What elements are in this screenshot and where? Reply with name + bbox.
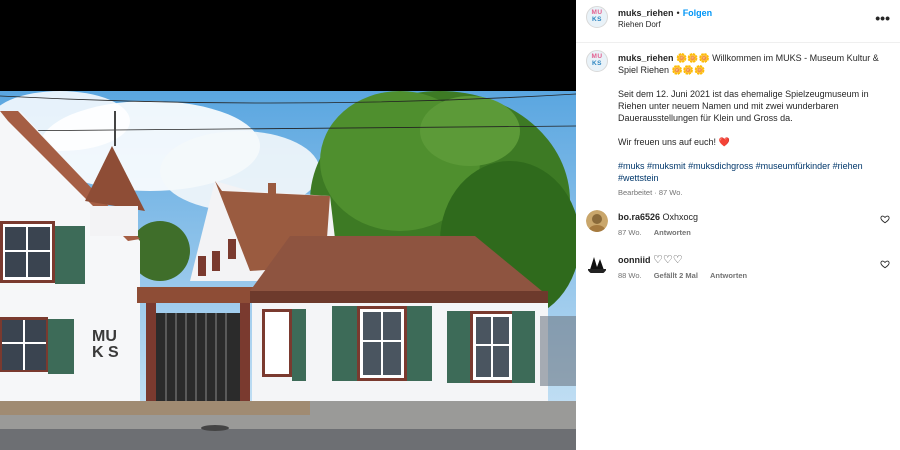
hashtag-link[interactable]: #museumfürkinder [756,161,831,171]
like-heart-icon[interactable] [880,259,890,269]
caption-avatar-logo: MU KS [591,53,603,67]
post-header: MU KS muks_riehen • Folgen Riehen Dorf ••• [576,0,900,43]
hashtag-link[interactable]: #muksmit [647,161,686,171]
caption-title-line: muks_riehen 🌼🌼🌼 Willkommen im MUKS - Mus… [618,52,886,76]
comment-meta: 87 Wo. Antworten [618,227,868,239]
location-link[interactable]: Riehen Dorf [618,20,661,29]
caption: muks_riehen 🌼🌼🌼 Willkommen im MUKS - Mus… [618,52,886,199]
red-heart-emoji: ❤️ [718,137,730,147]
account-avatar[interactable]: MU KS [586,6,608,28]
caption-closing-line: Wir freuen uns auf euch! ❤️ [618,136,886,148]
caption-avatar[interactable]: MU KS [586,50,608,72]
post-photo[interactable]: MU K S [0,91,576,450]
caption-username[interactable]: muks_riehen [618,53,674,63]
flower-emoji-left: 🌼🌼🌼 [676,53,710,63]
building-sign-bottom-right: S [108,344,119,361]
comment-meta: 88 Wo. Gefällt 2 Mal Antworten [618,270,868,282]
comment-time[interactable]: 88 Wo. [618,271,642,280]
commenter-avatar[interactable] [586,253,608,275]
hashtag-link[interactable]: #wettstein [618,173,659,183]
avatar-logo: MU KS [591,9,603,23]
building-sign-top: MU [92,328,117,345]
hashtag-link[interactable]: #riehen [833,161,863,171]
hashtags: #muks #muksmit #muksdichgross #museumfür… [618,160,886,184]
comment-username[interactable]: bo.ra6526 [618,212,660,222]
post-media[interactable]: MU K S [0,0,576,450]
comment-time[interactable]: 87 Wo. [618,228,642,237]
hashtag-link[interactable]: #muks [618,161,645,171]
like-heart-icon[interactable] [880,214,890,224]
commenter-avatar[interactable] [586,210,608,232]
comment-body: bo.ra6526 Oxhxocg 87 Wo. Antworten [618,211,868,239]
caption-paragraph: Seit dem 12. Juni 2021 ist das ehemalige… [618,89,869,123]
building-sign-bottom-left: K [92,344,104,361]
flower-emoji-right: 🌼🌼🌼 [671,65,706,75]
reply-button[interactable]: Antworten [654,228,691,237]
more-dots-icon[interactable]: ••• [875,10,890,26]
comment-likes[interactable]: Gefällt 2 Mal [654,271,698,280]
header-username[interactable]: muks_riehen [618,8,674,18]
comment-text: Oxhxocg [662,212,699,222]
separator-dot: • [676,8,680,18]
reply-button[interactable]: Antworten [710,271,747,280]
header-username-line: muks_riehen • Folgen [618,8,712,18]
comment-username[interactable]: oonniid [618,255,651,265]
follow-button[interactable]: Folgen [683,8,713,18]
post-sidebar: MU KS muks_riehen • Folgen Riehen Dorf •••… [576,0,900,450]
comment-text: ♡♡♡ [653,254,683,266]
comment-body: oonniid ♡♡♡ 88 Wo. Gefällt 2 Mal Antwort… [618,254,868,282]
caption-edited: Bearbeitet · 87 Wo. [618,188,683,197]
caption-closing: Wir freuen uns auf euch! [618,137,719,147]
hashtag-link[interactable]: #muksdichgross [688,161,753,171]
